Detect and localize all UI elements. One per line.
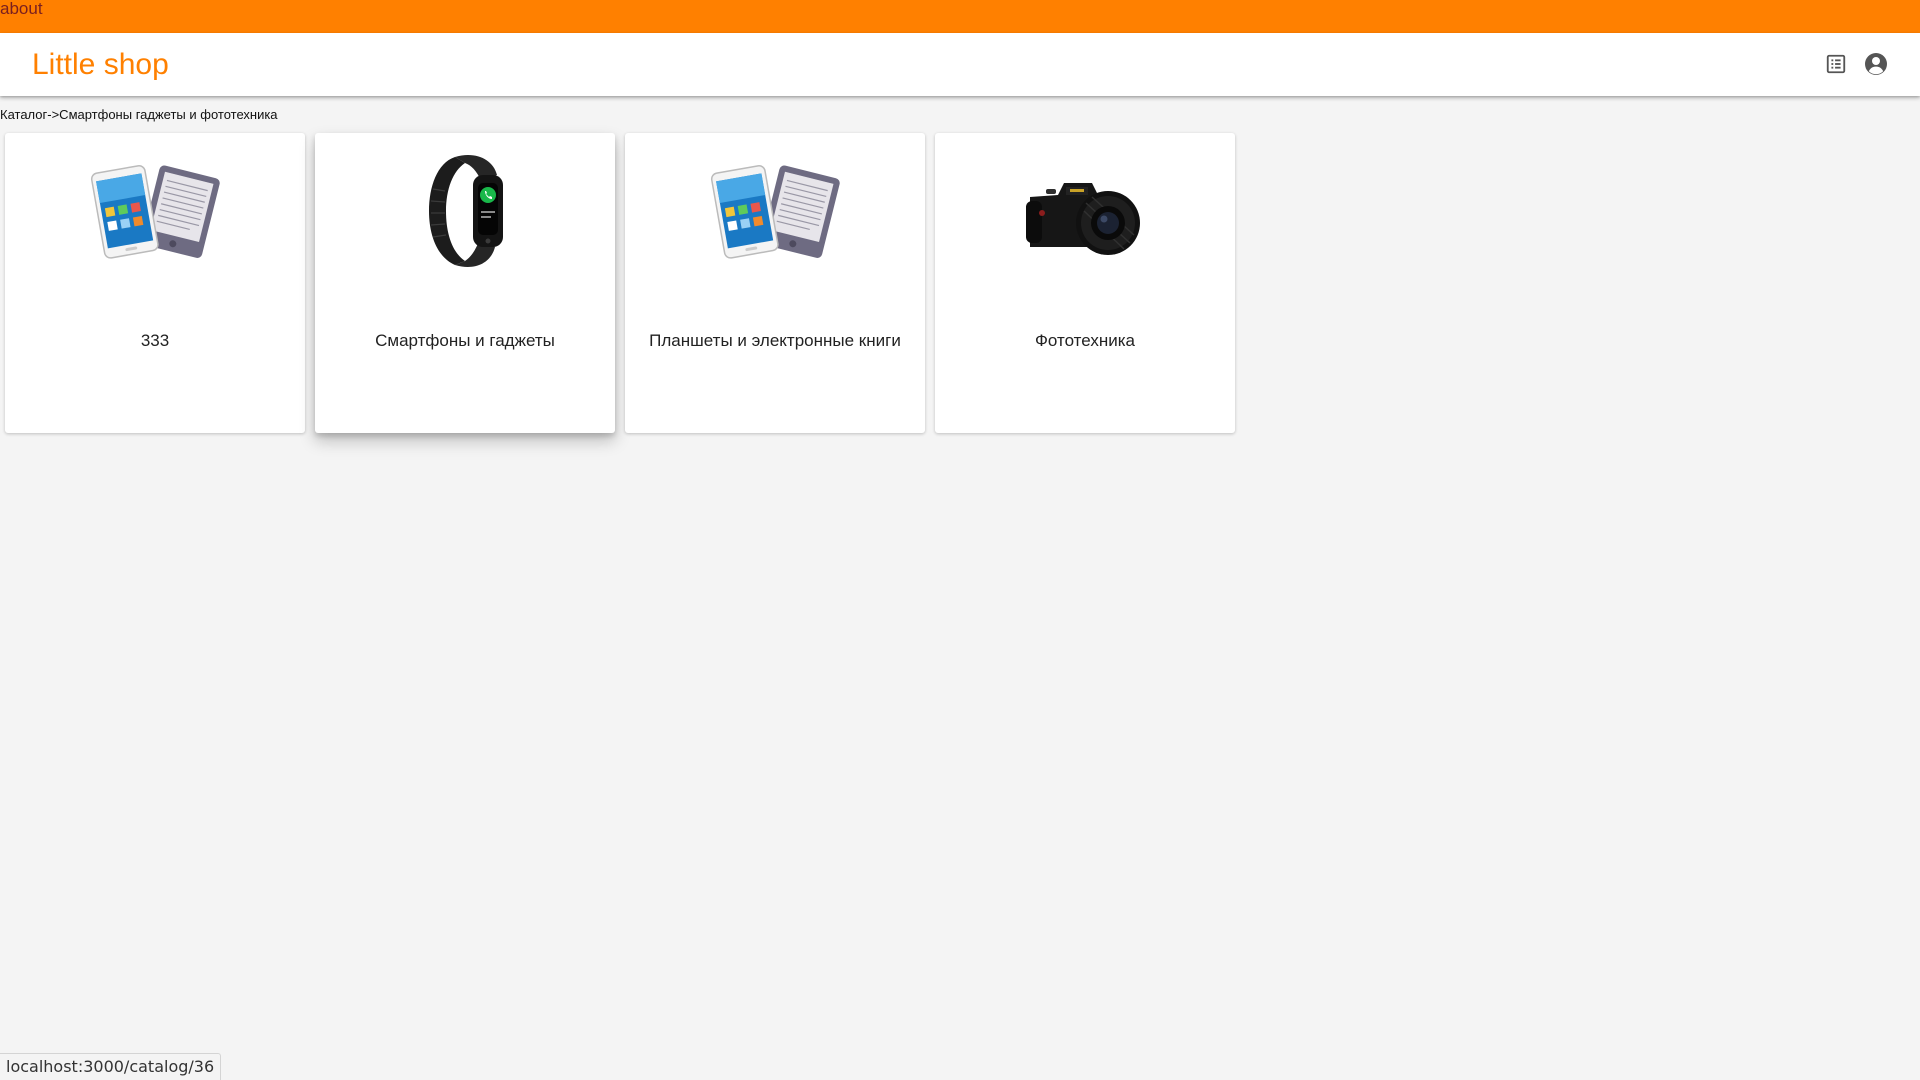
about-link[interactable]: about bbox=[0, 0, 43, 18]
app-bar: Little shop bbox=[0, 33, 1920, 96]
account-circle-icon bbox=[1865, 53, 1887, 75]
brand-title[interactable]: Little shop bbox=[32, 47, 169, 83]
top-banner: about bbox=[0, 0, 1920, 33]
category-card[interactable]: 333 bbox=[5, 133, 305, 433]
fitness-band-image bbox=[429, 155, 503, 267]
category-title: 333 bbox=[140, 331, 170, 350]
category-grid: 333 Смартфоны и гаджеты Планшеты и элект… bbox=[5, 133, 1235, 433]
category-image bbox=[5, 151, 305, 271]
orders-button[interactable] bbox=[1822, 50, 1850, 78]
category-card[interactable]: Планшеты и электронные книги bbox=[625, 133, 925, 433]
app-bar-actions bbox=[1822, 50, 1890, 78]
account-button[interactable] bbox=[1862, 50, 1890, 78]
category-card[interactable]: Фототехника bbox=[935, 133, 1235, 433]
category-image bbox=[625, 151, 925, 271]
breadcrumb: Каталог->Смартфоны гаджеты и фототехника bbox=[0, 107, 278, 122]
category-title: Фототехника bbox=[1034, 331, 1135, 350]
status-url: localhost:3000/catalog/36 bbox=[0, 1053, 222, 1080]
tablet-ebook-image bbox=[90, 165, 220, 259]
category-title: Смартфоны и гаджеты bbox=[375, 331, 555, 350]
tablet-ebook-image bbox=[710, 165, 840, 259]
dslr-camera-image bbox=[1026, 183, 1140, 255]
category-card[interactable]: Смартфоны и гаджеты bbox=[315, 133, 615, 433]
list-alt-icon bbox=[1826, 54, 1846, 74]
category-title: Планшеты и электронные книги bbox=[649, 331, 901, 350]
category-image bbox=[935, 151, 1235, 271]
category-image bbox=[315, 151, 615, 271]
